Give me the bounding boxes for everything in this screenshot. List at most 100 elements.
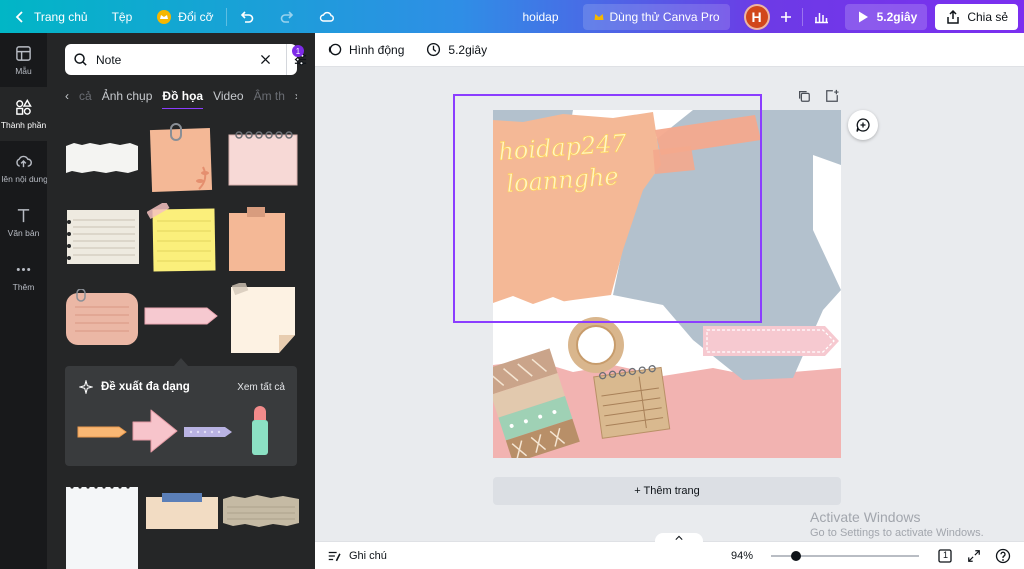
page-number: 1 (943, 550, 949, 560)
rail-item-elements[interactable]: Thành phần (0, 87, 47, 141)
clock-icon (427, 42, 441, 57)
notes-label: Ghi chú (349, 550, 387, 562)
search-input[interactable] (96, 52, 251, 67)
doc-title-label: hoidap (522, 9, 559, 24)
cloud-icon (319, 9, 335, 25)
graphic-orange-arrow-label[interactable] (77, 425, 127, 439)
add-page-icon-button[interactable] (825, 89, 839, 108)
graphic-peach-note-clip[interactable] (149, 123, 217, 193)
editor-workspace: Hình động 5.2giây hoidap247 loannghe + T… (315, 33, 1024, 569)
graphic-pink-big-arrow[interactable] (129, 408, 179, 454)
fullscreen-button[interactable] (967, 549, 981, 563)
insights-button[interactable] (803, 0, 839, 33)
page-count-button[interactable]: 1 (937, 548, 953, 564)
canvas-peach-tape-2[interactable] (653, 146, 695, 174)
notes-button[interactable]: Ghi chú (327, 542, 387, 569)
zoom-slider[interactable] (771, 551, 919, 561)
rail-label: Thành phần (0, 119, 47, 130)
elements-panel: 1 ‹ cả Ảnh chụp Đồ họa Video Âm th › (47, 33, 315, 569)
filter-button[interactable]: 1 (286, 44, 308, 75)
tab-graphics[interactable]: Đồ họa (162, 89, 204, 109)
duplicate-page-button[interactable] (797, 89, 811, 108)
editor-toolbar: Hình động 5.2giây (315, 33, 1024, 67)
crown-icon (593, 11, 605, 23)
expand-icon (968, 550, 980, 562)
undo-icon (239, 9, 255, 25)
rail-item-uploads[interactable]: Tải lên nội dung t... (0, 141, 47, 195)
bottom-bar: Ghi chú 94% 1 (315, 533, 1024, 569)
graphic-purple-dotted-arrow[interactable] (183, 425, 233, 439)
bar-chart-icon (813, 9, 829, 25)
try-pro-button[interactable]: Dùng thử Canva Pro (582, 3, 730, 30)
add-page-label: + Thêm trang (634, 485, 700, 497)
text-icon (17, 208, 30, 222)
present-button[interactable]: 5.2giây (844, 3, 928, 30)
rail-item-more[interactable]: Thêm (0, 249, 47, 303)
comment-add-icon (856, 118, 870, 132)
rail-label: Mẫu (15, 65, 32, 76)
canvas-pink-label-arrow[interactable] (703, 326, 839, 356)
add-page-icon (826, 89, 839, 102)
resize-button[interactable]: Đổi cỡ (144, 0, 225, 33)
search-box[interactable]: 1 (65, 44, 307, 75)
plus-icon (778, 9, 794, 25)
tab-all[interactable]: cả (79, 89, 92, 103)
see-all-link[interactable]: Xem tất cả (237, 382, 285, 393)
redo-icon (279, 9, 295, 25)
doc-title[interactable]: hoidap (504, 0, 576, 33)
show-pages-button[interactable] (655, 533, 703, 543)
more-icon (16, 267, 31, 271)
tab-audio[interactable]: Âm th (254, 89, 285, 103)
graphic-torn-paper-strip[interactable] (66, 143, 138, 173)
tab-photos[interactable]: Ảnh chụp (102, 89, 153, 103)
zoom-value[interactable]: 94% (731, 542, 753, 569)
design-canvas[interactable]: hoidap247 loannghe (493, 110, 841, 458)
animate-label: Hình động (349, 42, 405, 57)
template-icon (16, 45, 31, 61)
avatar-initial: H (751, 8, 762, 25)
resize-label: Đổi cỡ (178, 9, 214, 24)
graphic-torn-cardboard[interactable] (223, 495, 299, 527)
graphic-pink-arrow-label[interactable] (143, 305, 219, 327)
share-button[interactable]: Chia sẻ (935, 3, 1018, 30)
canvas-artwork: hoidap247 loannghe (493, 110, 841, 458)
suggestion-title: Đề xuất đa dạng (79, 380, 190, 394)
graphic-pink-notebook[interactable] (227, 129, 299, 187)
graphic-lined-paper[interactable] (67, 210, 139, 264)
home-button[interactable]: Trang chủ (0, 0, 100, 33)
undo-button[interactable] (227, 0, 267, 33)
add-comment-button[interactable] (848, 110, 878, 140)
graphic-rounded-lined-card[interactable] (65, 289, 139, 347)
zoom-slider-handle[interactable] (791, 551, 802, 561)
canvas-kraft-notebook[interactable] (593, 364, 671, 439)
tab-videos[interactable]: Video (213, 89, 243, 103)
graphic-mint-glue-stick[interactable] (251, 406, 269, 456)
graphic-yellow-sticky-note[interactable] (147, 203, 219, 273)
canvas-tape-roll[interactable] (568, 317, 624, 373)
chevron-left-icon (12, 9, 28, 25)
avatar[interactable]: H (743, 3, 770, 30)
tabs-scroll-right-button[interactable]: › (295, 89, 297, 103)
rail-item-templates[interactable]: Mẫu (0, 33, 47, 87)
clear-search-button[interactable] (259, 53, 272, 66)
file-menu[interactable]: Tệp (100, 0, 145, 33)
graphic-taped-beige-paper[interactable] (146, 491, 218, 531)
add-collaborator-button[interactable] (770, 0, 802, 33)
graphic-cream-note-folded[interactable] (229, 283, 299, 355)
duplicate-icon (799, 91, 810, 102)
redo-button[interactable] (267, 0, 307, 33)
rail-item-text[interactable]: Văn bản (0, 195, 47, 249)
upload-icon (16, 155, 32, 167)
help-button[interactable] (995, 548, 1011, 564)
tabs-scroll-left-button[interactable]: ‹ (65, 89, 69, 103)
animate-button[interactable]: Hình động (327, 42, 404, 57)
graphic-orange-square-note[interactable] (227, 207, 287, 273)
chevron-up-icon (675, 535, 683, 540)
graphic-spiral-white-paper[interactable] (66, 481, 138, 569)
add-page-button[interactable]: + Thêm trang (493, 477, 841, 505)
duration-button[interactable]: 5.2giây (426, 42, 487, 57)
help-icon (995, 548, 1011, 564)
cloud-save-status[interactable] (307, 0, 347, 33)
sparkle-icon (79, 380, 93, 394)
share-label: Chia sẻ (967, 9, 1008, 24)
